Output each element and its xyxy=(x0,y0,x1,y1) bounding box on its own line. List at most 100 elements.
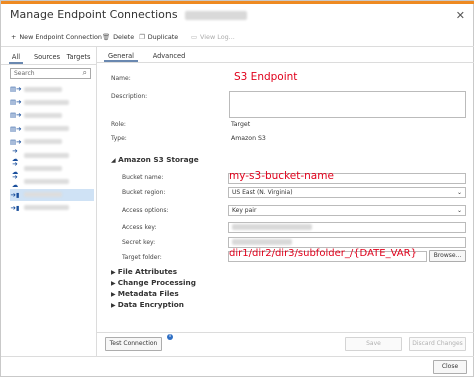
view-log-label: View Log... xyxy=(200,33,235,41)
access-key-field[interactable] xyxy=(228,222,466,233)
redacted-endpoint-name xyxy=(24,178,69,184)
database-target-icon: ▤➔ xyxy=(10,137,22,146)
window-title-text: Manage Endpoint Connections xyxy=(10,8,178,21)
expand-triangle-icon: ▶ xyxy=(111,302,118,309)
name-field[interactable]: S3 Endpoint xyxy=(234,71,297,83)
s3-section-header[interactable]: ◢ Amazon S3 Storage xyxy=(111,155,199,164)
collapsed-section-header[interactable]: ▶ Metadata Files xyxy=(111,289,179,298)
redacted-endpoint-name xyxy=(24,112,62,118)
database-target-icon: ▤➔ xyxy=(10,111,22,120)
endpoint-connections-window: Manage Endpoint Connections ✕ + New Endp… xyxy=(0,0,474,377)
redacted-secret-key xyxy=(232,239,292,245)
test-connection-button[interactable]: Test Connection xyxy=(105,337,162,351)
bucket-name-label: Bucket name: xyxy=(122,174,164,181)
chevron-down-icon: ⌄ xyxy=(456,189,462,196)
title-accent-bar xyxy=(1,1,474,4)
role-value: Target xyxy=(231,121,251,128)
redacted-endpoint-name xyxy=(24,126,69,132)
collapsed-section-header[interactable]: ▶ Change Processing xyxy=(111,278,196,287)
info-icon[interactable]: i xyxy=(167,334,173,340)
cloud-source-icon: ➔☁ xyxy=(11,173,19,190)
redacted-endpoint-name xyxy=(24,165,62,171)
tab-all[interactable]: All xyxy=(9,50,23,64)
plus-icon: + xyxy=(11,33,17,41)
endpoint-item[interactable]: ▤➔ xyxy=(10,123,94,135)
close-button[interactable]: Close xyxy=(433,360,467,374)
bottom-divider xyxy=(1,356,474,357)
endpoint-item[interactable]: ▤➔ xyxy=(10,136,94,148)
tab-targets[interactable]: Targets xyxy=(66,50,91,64)
description-field[interactable] xyxy=(229,91,466,118)
s3-bucket-icon: ➔▮ xyxy=(10,190,20,199)
footer-divider xyxy=(97,332,474,333)
collapsed-section-title: Change Processing xyxy=(117,278,196,287)
duplicate-button[interactable]: ❐ Duplicate xyxy=(139,31,178,43)
tab-sources[interactable]: Sources xyxy=(32,50,62,64)
expand-triangle-icon: ▶ xyxy=(111,269,118,276)
collapsed-section-header[interactable]: ▶ File Attributes xyxy=(111,267,177,276)
browse-button[interactable]: Browse... xyxy=(429,250,466,262)
endpoint-item[interactable]: ➔▮ xyxy=(10,202,94,214)
database-target-icon: ▤➔ xyxy=(10,124,22,133)
expand-triangle-icon: ▶ xyxy=(111,291,118,298)
trash-icon: 🗑 xyxy=(102,33,111,41)
endpoint-item[interactable]: ▤➔ xyxy=(10,83,94,95)
copy-icon: ❐ xyxy=(139,33,145,41)
delete-label: Delete xyxy=(113,33,135,41)
bucket-name-value: my-s3-bucket-name xyxy=(229,170,334,182)
new-endpoint-button[interactable]: + New Endpoint Connection xyxy=(11,31,102,43)
tab-general[interactable]: General xyxy=(104,50,138,62)
redacted-endpoint-name xyxy=(24,192,62,198)
close-window-icon[interactable]: ✕ xyxy=(456,9,465,22)
redacted-endpoint-name xyxy=(24,86,62,92)
discard-changes-button[interactable]: Discard Changes xyxy=(409,337,466,351)
redacted-endpoint-name xyxy=(24,139,62,145)
collapse-triangle-icon: ◢ xyxy=(111,157,116,164)
duplicate-label: Duplicate xyxy=(147,33,179,41)
endpoint-item[interactable]: ➔▮ xyxy=(10,188,94,201)
search-input[interactable]: Search ⌕ xyxy=(10,68,91,79)
access-key-label: Access key: xyxy=(122,224,157,231)
log-icon: ▭ xyxy=(191,33,198,41)
expand-triangle-icon: ▶ xyxy=(111,280,118,287)
right-tabs-underline xyxy=(97,62,474,63)
search-placeholder: Search xyxy=(14,70,35,77)
collapsed-section-header[interactable]: ▶ Data Encryption xyxy=(111,300,184,309)
secret-key-field[interactable] xyxy=(228,237,466,248)
collapsed-section-title: Data Encryption xyxy=(117,300,184,309)
endpoint-item[interactable]: ➔☁ xyxy=(10,160,94,176)
endpoint-item[interactable]: ▤➔ xyxy=(10,96,94,108)
name-label: Name: xyxy=(111,75,131,82)
tab-advanced[interactable]: Advanced xyxy=(149,50,189,62)
target-folder-value: dir1/dir2/dir3/subfolder_/{DATE_VAR} xyxy=(229,248,417,259)
access-options-label: Access options: xyxy=(122,207,169,214)
window-title: Manage Endpoint Connections xyxy=(10,8,248,21)
endpoint-item[interactable]: ▤➔ xyxy=(10,109,94,121)
description-label: Description: xyxy=(111,93,148,100)
collapsed-section-title: File Attributes xyxy=(117,267,178,276)
redacted-server-name xyxy=(185,10,248,20)
access-options-select[interactable]: Key pair ⌄ xyxy=(228,205,466,216)
new-endpoint-label: New Endpoint Connection xyxy=(19,33,102,41)
redacted-endpoint-name xyxy=(24,99,69,105)
endpoint-item[interactable]: ➔☁ xyxy=(10,173,94,190)
save-button[interactable]: Save xyxy=(345,337,402,351)
database-target-icon: ▤➔ xyxy=(10,98,22,107)
left-tabs-underline xyxy=(1,64,96,65)
type-label: Type: xyxy=(111,135,127,142)
s3-section-title: Amazon S3 Storage xyxy=(118,155,199,164)
view-log-button[interactable]: ▭ View Log... xyxy=(191,31,235,43)
redacted-endpoint-name xyxy=(24,152,69,158)
access-options-value: Key pair xyxy=(232,207,257,214)
delete-button[interactable]: 🗑 Delete xyxy=(102,31,134,43)
bucket-region-label: Bucket region: xyxy=(122,189,166,196)
redacted-endpoint-name xyxy=(24,205,69,211)
search-icon: ⌕ xyxy=(82,68,87,77)
s3-bucket-icon: ➔▮ xyxy=(10,203,20,212)
bucket-region-select[interactable]: US East (N. Virginia) ⌄ xyxy=(228,187,466,198)
target-folder-label: Target folder: xyxy=(122,254,162,261)
endpoint-item[interactable]: ➔☁ xyxy=(10,147,94,163)
bucket-region-value: US East (N. Virginia) xyxy=(232,189,293,196)
toolbar-divider xyxy=(1,46,474,47)
collapsed-section-title: Metadata Files xyxy=(117,289,179,298)
